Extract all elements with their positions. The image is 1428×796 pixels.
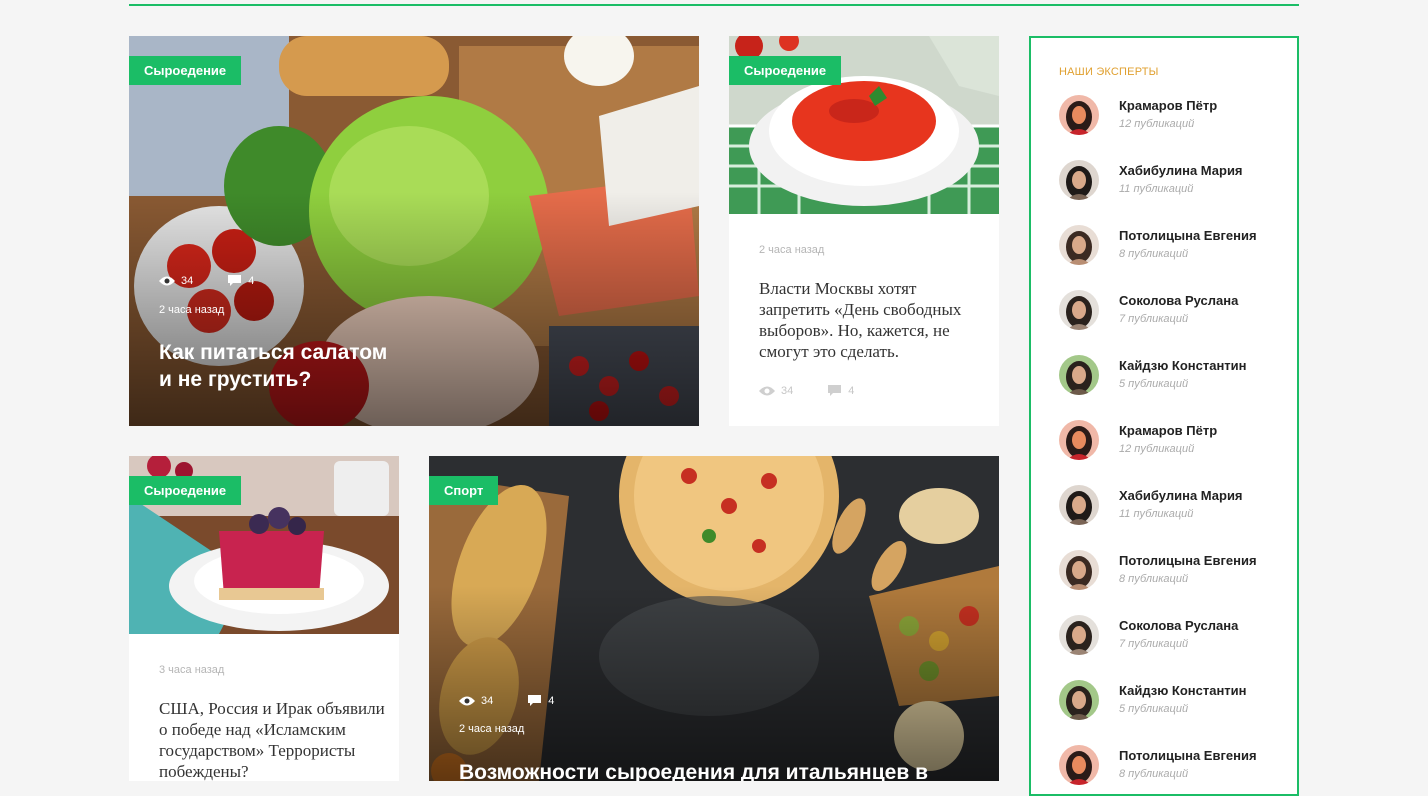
- expert-publications: 8 публикаций: [1119, 573, 1189, 585]
- article-title[interactable]: Возможности сыроедения для итальянцев в: [459, 759, 928, 781]
- category-tag[interactable]: Спорт: [429, 476, 499, 505]
- article-time: 3 часа назад: [159, 664, 225, 676]
- avatar[interactable]: [1059, 355, 1099, 395]
- avatar[interactable]: [1059, 615, 1099, 655]
- article-stats: 34 4: [159, 274, 254, 287]
- article-stats: 34 4: [759, 384, 854, 397]
- expert-name[interactable]: Кайдзю Константин: [1119, 358, 1247, 373]
- comment-icon: [528, 695, 542, 706]
- expert-name[interactable]: Потолицына Евгения: [1119, 553, 1257, 568]
- article-card-cake[interactable]: Сыроедение 3 часа назад США, Россия и Ир…: [129, 456, 399, 781]
- views-count: 34: [781, 384, 794, 397]
- expert-name[interactable]: Хабибулина Мария: [1119, 163, 1243, 178]
- avatar[interactable]: [1059, 485, 1099, 525]
- expert-name[interactable]: Крамаров Пётр: [1119, 98, 1217, 113]
- expert-name[interactable]: Соколова Руслана: [1119, 293, 1238, 308]
- avatar[interactable]: [1059, 160, 1099, 200]
- expert-publications: 7 публикаций: [1119, 638, 1189, 650]
- article-time: 2 часа назад: [759, 244, 825, 256]
- avatar[interactable]: [1059, 95, 1099, 135]
- article-card-pizza[interactable]: Спорт 34 4 2 часа назад Возможности сыро…: [429, 456, 999, 781]
- expert-name[interactable]: Кайдзю Константин: [1119, 683, 1247, 698]
- comment-icon: [828, 385, 842, 396]
- expert-item[interactable]: Хабибулина Мария 11 публикаций: [1059, 485, 1279, 529]
- article-card-soup[interactable]: Сыроедение 2 часа назад Власти Москвы хо…: [729, 36, 999, 426]
- expert-name[interactable]: Потолицына Евгения: [1119, 228, 1257, 243]
- expert-item[interactable]: Кайдзю Константин 5 публикаций: [1059, 680, 1279, 724]
- eye-icon: [159, 276, 175, 285]
- eye-icon: [759, 386, 775, 395]
- article-time: 2 часа назад: [159, 304, 225, 316]
- expert-item[interactable]: Хабибулина Мария 11 публикаций: [1059, 160, 1279, 204]
- expert-item[interactable]: Крамаров Пётр 12 публикаций: [1059, 420, 1279, 464]
- experts-title: НАШИ ЭКСПЕРТЫ: [1059, 66, 1159, 78]
- avatar[interactable]: [1059, 420, 1099, 460]
- expert-publications: 12 публикаций: [1119, 118, 1195, 130]
- article-title-line: и не грустить?: [159, 368, 312, 391]
- expert-item[interactable]: Соколова Руслана 7 публикаций: [1059, 615, 1279, 659]
- category-tag[interactable]: Сыроедение: [129, 476, 242, 505]
- expert-item[interactable]: Крамаров Пётр 12 публикаций: [1059, 95, 1279, 139]
- expert-publications: 7 публикаций: [1119, 313, 1189, 325]
- expert-item[interactable]: Соколова Руслана 7 публикаций: [1059, 290, 1279, 334]
- article-title-line: Как питаться салатом: [159, 341, 388, 364]
- photo-gradient: [429, 586, 999, 781]
- expert-publications: 8 публикаций: [1119, 768, 1189, 780]
- avatar[interactable]: [1059, 680, 1099, 720]
- expert-publications: 8 публикаций: [1119, 248, 1189, 260]
- expert-publications: 11 публикаций: [1119, 183, 1194, 195]
- article-title[interactable]: Как питаться салатом и не грустить?: [159, 339, 387, 393]
- views-count: 34: [481, 694, 494, 707]
- avatar[interactable]: [1059, 225, 1099, 265]
- category-tag[interactable]: Сыроедение: [729, 56, 842, 85]
- category-tag[interactable]: Сыроедение: [129, 56, 242, 85]
- expert-publications: 12 публикаций: [1119, 443, 1195, 455]
- article-title[interactable]: США, Россия и Ирак объявили о победе над…: [159, 698, 385, 781]
- expert-publications: 11 публикаций: [1119, 508, 1194, 520]
- article-title[interactable]: Власти Москвы хотят запретить «День своб…: [759, 278, 985, 362]
- expert-name[interactable]: Хабибулина Мария: [1119, 488, 1243, 503]
- article-stats: 34 4: [459, 694, 554, 707]
- comments-count: 4: [848, 384, 855, 397]
- experts-panel: НАШИ ЭКСПЕРТЫ Крамаров Пётр 12 публикаций…: [1029, 36, 1299, 796]
- expert-publications: 5 публикаций: [1119, 378, 1189, 390]
- avatar[interactable]: [1059, 745, 1099, 785]
- expert-item[interactable]: Потолицына Евгения 8 публикаций: [1059, 745, 1279, 789]
- expert-name[interactable]: Соколова Руслана: [1119, 618, 1238, 633]
- expert-publications: 5 публикаций: [1119, 703, 1189, 715]
- comments-count: 4: [248, 274, 255, 287]
- comments-count: 4: [548, 694, 555, 707]
- expert-name[interactable]: Потолицына Евгения: [1119, 748, 1257, 763]
- views-count: 34: [181, 274, 194, 287]
- expert-item[interactable]: Кайдзю Константин 5 публикаций: [1059, 355, 1279, 399]
- comment-icon: [228, 275, 242, 286]
- avatar[interactable]: [1059, 290, 1099, 330]
- avatar[interactable]: [1059, 550, 1099, 590]
- eye-icon: [459, 696, 475, 705]
- expert-item[interactable]: Потолицына Евгения 8 публикаций: [1059, 225, 1279, 269]
- expert-name[interactable]: Крамаров Пётр: [1119, 423, 1217, 438]
- top-divider: [129, 4, 1299, 6]
- expert-item[interactable]: Потолицына Евгения 8 публикаций: [1059, 550, 1279, 594]
- article-card-salad[interactable]: Сыроедение 34 4 2 часа назад Как питатьс…: [129, 36, 699, 426]
- article-time: 2 часа назад: [459, 723, 525, 735]
